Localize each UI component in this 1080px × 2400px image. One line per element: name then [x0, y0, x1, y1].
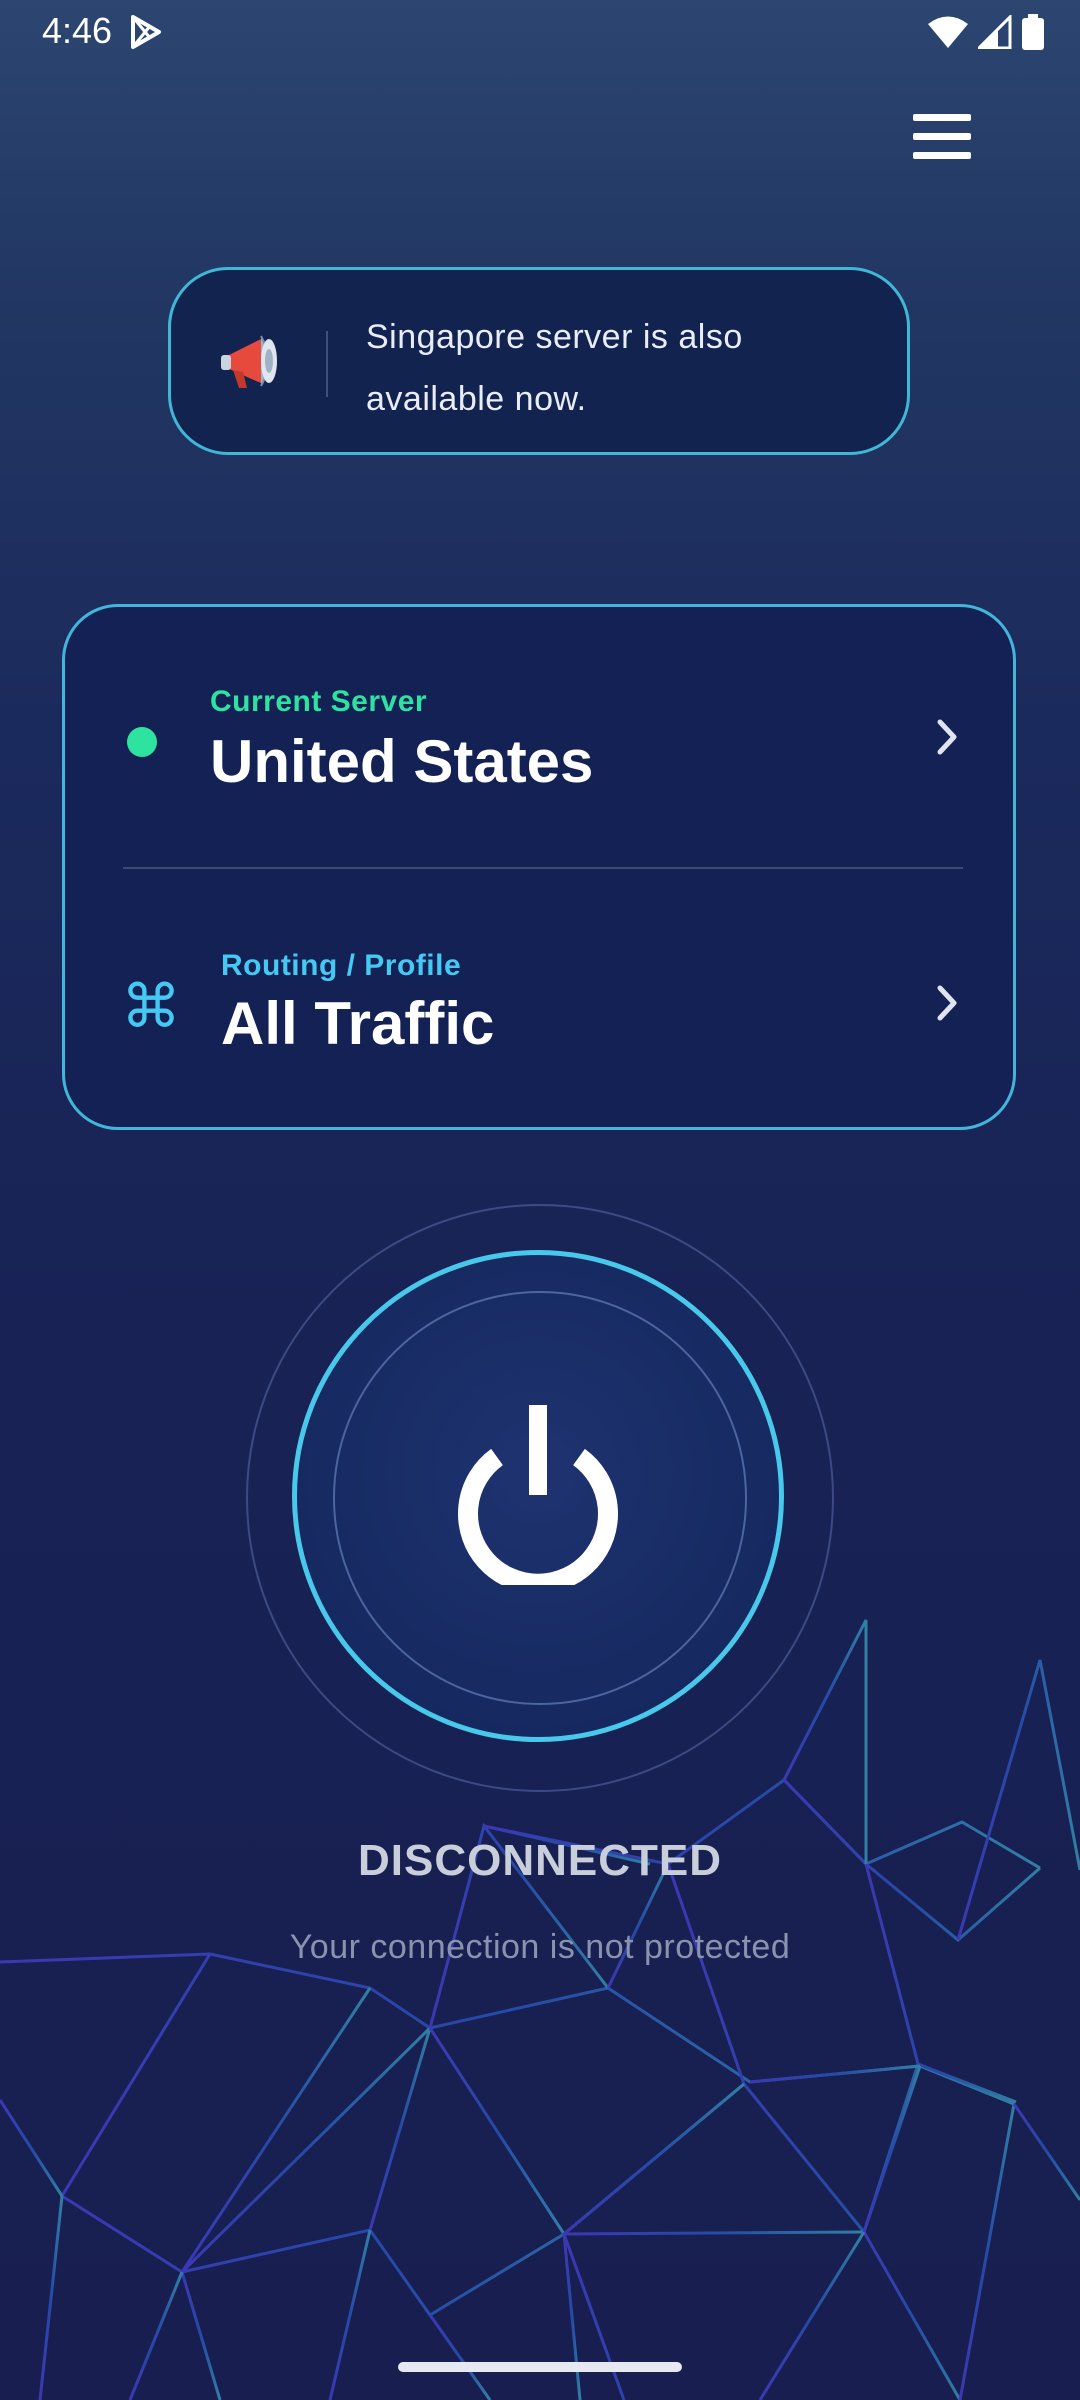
- wifi-icon: [928, 16, 968, 48]
- current-server-label: Current Server: [210, 685, 428, 718]
- power-button[interactable]: [292, 1250, 784, 1742]
- current-server-value: United States: [210, 728, 594, 795]
- chevron-right-icon: [937, 985, 957, 1021]
- signal-icon: [978, 15, 1012, 49]
- routing-profile-row[interactable]: ⌘ Routing / Profile All Traffic: [65, 913, 1013, 1133]
- announcement-divider: [326, 331, 328, 397]
- server-status-dot: [127, 727, 157, 757]
- hamburger-menu-icon: [913, 113, 971, 121]
- status-time: 4:46: [42, 10, 113, 51]
- server-card: Current Server United States ⌘ Routing /…: [62, 604, 1016, 1130]
- card-divider: [123, 867, 963, 869]
- current-server-row[interactable]: Current Server United States: [65, 647, 1013, 867]
- menu-button[interactable]: [906, 100, 978, 172]
- connection-subtitle: Your connection is not protected: [289, 1928, 791, 1966]
- chevron-right-icon: [937, 719, 957, 755]
- power-icon: [458, 1405, 618, 1585]
- power-area: [246, 1204, 834, 1792]
- routing-profile-label: Routing / Profile: [221, 949, 462, 982]
- announcement-banner[interactable]: Singapore server is also available now.: [168, 267, 910, 455]
- play-store-icon: [131, 15, 161, 49]
- routing-profile-value: All Traffic: [221, 990, 495, 1057]
- announcement-text: Singapore server is also available now.: [366, 318, 743, 418]
- connection-status: DISCONNECTED: [357, 1836, 723, 1885]
- home-indicator[interactable]: [398, 2362, 682, 2372]
- status-bar: 4:46: [0, 0, 1080, 62]
- megaphone-icon: [221, 335, 277, 388]
- battery-icon: [1022, 14, 1044, 50]
- command-icon: ⌘: [121, 973, 181, 1040]
